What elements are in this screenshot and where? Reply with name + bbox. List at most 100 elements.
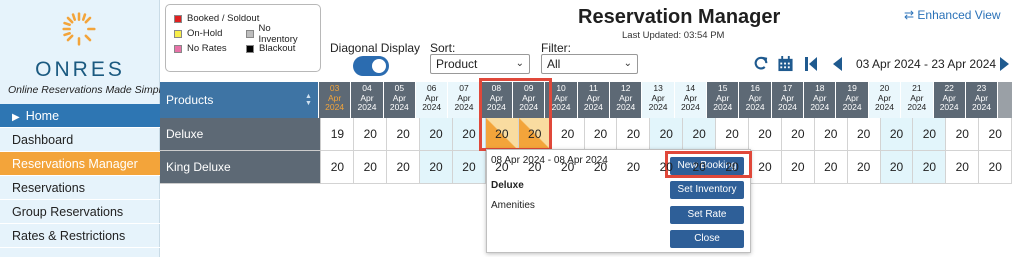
date-header[interactable]: 04 Apr 2024 <box>351 82 384 118</box>
availability-value: 19 <box>330 127 345 141</box>
date-header[interactable]: 14 Apr 2024 <box>674 82 708 118</box>
date-header[interactable]: 13 Apr 2024 <box>642 82 675 118</box>
date-header[interactable]: 16 Apr 2024 <box>739 82 772 118</box>
date-header[interactable]: 18 Apr 2024 <box>804 82 837 118</box>
products-header-label: Products <box>166 93 214 107</box>
availability-cell[interactable]: 20 <box>913 151 947 184</box>
sidebar-item-reservations[interactable]: Reservations <box>0 176 160 200</box>
sidebar-item-label: Rates & Restrictions <box>12 229 126 243</box>
date-header[interactable]: 11 Apr 2024 <box>577 82 611 118</box>
close-button[interactable]: Close <box>670 230 744 248</box>
availability-cell[interactable]: 20 <box>453 118 486 151</box>
availability-value: 20 <box>396 127 410 141</box>
availability-cell[interactable]: 20 <box>847 151 881 184</box>
date-header[interactable]: 08 Apr 2024 <box>480 82 514 118</box>
date-header-year: 2024 <box>325 102 345 112</box>
availability-cell[interactable]: 20 <box>420 118 453 151</box>
availability-cell[interactable]: 20 <box>814 151 848 184</box>
date-header[interactable]: 05 Apr 2024 <box>383 82 416 118</box>
availability-cell[interactable]: 20 <box>518 118 552 151</box>
availability-cell[interactable]: 20 <box>551 118 585 151</box>
availability-cell[interactable]: 20 <box>781 118 815 151</box>
availability-cell[interactable]: 20 <box>650 118 684 151</box>
products-header[interactable]: Products ▲ ▼ <box>160 82 319 118</box>
sidebar-item-rates-restrictions[interactable]: Rates & Restrictions <box>0 224 160 248</box>
availability-value: 20 <box>330 160 345 174</box>
grid-header-row: Products ▲ ▼ 03 Apr 2024 04 Apr 2024 05 Apr 2024 0… <box>160 82 1012 118</box>
sidebar-item-group-reservations[interactable]: Group Reservations <box>0 200 160 224</box>
last-updated: Last Updated: 03:54 PM <box>622 30 725 41</box>
availability-cell[interactable]: 20 <box>814 118 848 151</box>
enhanced-view-link[interactable]: ⇄ Enhanced View <box>904 8 1001 22</box>
availability-cell[interactable]: 20 <box>946 151 980 184</box>
availability-value: 20 <box>955 160 969 174</box>
availability-value: 20 <box>528 160 542 174</box>
availability-value: 20 <box>856 160 871 174</box>
availability-value: 20 <box>659 160 673 174</box>
date-header[interactable]: 12 Apr 2024 <box>610 82 643 118</box>
date-header[interactable]: 19 Apr 2024 <box>836 82 869 118</box>
date-header[interactable]: 07 Apr 2024 <box>448 82 481 118</box>
availability-cell[interactable]: 20 <box>781 151 815 184</box>
availability-cell[interactable]: 20 <box>979 151 1013 184</box>
legend: Booked / Soldout On-Hold No Inventory No… <box>165 4 321 72</box>
availability-cell[interactable]: 20 <box>453 151 486 184</box>
date-header[interactable]: 21 Apr 2024 <box>901 82 934 118</box>
availability-cell[interactable]: 20 <box>979 118 1013 151</box>
booking-popup: 08 Apr 2024 - 08 Apr 2024 Deluxe Ameniti… <box>486 149 751 253</box>
date-header[interactable]: 22 Apr 2024 <box>933 82 966 118</box>
availability-cell[interactable]: 20 <box>354 118 388 151</box>
availability-cell[interactable]: 20 <box>420 151 453 184</box>
date-header[interactable]: 17 Apr 2024 <box>771 82 805 118</box>
availability-cell[interactable]: 20 <box>387 151 421 184</box>
availability-cell[interactable]: 20 <box>847 118 881 151</box>
sidebar-item-reservations-manager[interactable]: Reservations Manager <box>0 152 160 176</box>
sidebar: ONRES Online Reservations Made Simple ▶ H… <box>0 0 167 257</box>
filter-select[interactable]: All ⌄ <box>541 54 638 74</box>
availability-cell[interactable]: 20 <box>716 118 750 151</box>
prev-icon[interactable] <box>832 56 842 72</box>
sidebar-item-home[interactable]: ▶ Home <box>0 104 160 128</box>
availability-cell[interactable]: 20 <box>749 151 782 184</box>
availability-cell[interactable]: 20 <box>683 118 717 151</box>
availability-cell[interactable]: 20 <box>485 118 519 151</box>
date-header[interactable]: 09 Apr 2024 <box>513 82 546 118</box>
diagonal-display-toggle[interactable] <box>353 56 389 76</box>
calendar-icon[interactable] <box>777 56 794 72</box>
blackout-swatch <box>246 44 254 53</box>
availability-value: 20 <box>922 160 937 174</box>
next-icon[interactable] <box>1000 56 1010 72</box>
availability-value: 20 <box>363 160 377 174</box>
availability-cell[interactable]: 20 <box>354 151 388 184</box>
date-header[interactable]: 03 Apr 2024 <box>318 82 352 118</box>
availability-cell[interactable]: 20 <box>880 151 914 184</box>
refresh-icon[interactable] <box>752 56 770 72</box>
sort-value: Product <box>436 57 478 71</box>
brand-tagline: Online Reservations Made Simple <box>8 84 167 96</box>
availability-cell[interactable]: 20 <box>946 118 980 151</box>
date-range: 03 Apr 2024 - 23 Apr 2024 <box>856 57 997 71</box>
availability-cell[interactable]: 20 <box>880 118 914 151</box>
sidebar-item-dashboard[interactable]: Dashboard <box>0 128 160 152</box>
date-header[interactable]: 20 Apr 2024 <box>868 82 902 118</box>
date-header[interactable]: 06 Apr 2024 <box>416 82 449 118</box>
availability-cell[interactable]: 20 <box>913 118 947 151</box>
availability-value: 20 <box>429 127 443 141</box>
first-page-icon[interactable] <box>805 56 817 72</box>
date-header-year: 2024 <box>810 102 830 112</box>
sidebar-item-label: Dashboard <box>12 133 74 147</box>
availability-cell[interactable]: 19 <box>321 118 355 151</box>
availability-cell[interactable]: 20 <box>584 118 618 151</box>
set-rate-button[interactable]: Set Rate <box>670 206 744 224</box>
date-header-year: 2024 <box>842 102 862 112</box>
date-header[interactable]: 23 Apr 2024 <box>965 82 999 118</box>
date-header[interactable]: 15 Apr 2024 <box>707 82 740 118</box>
scrollbar[interactable] <box>998 82 1012 118</box>
availability-cell[interactable]: 20 <box>617 118 651 151</box>
set-inventory-button[interactable]: Set Inventory <box>670 181 744 199</box>
availability-cell[interactable]: 20 <box>749 118 782 151</box>
sort-select[interactable]: Product ⌄ <box>430 54 530 74</box>
availability-cell[interactable]: 20 <box>321 151 355 184</box>
availability-cell[interactable]: 20 <box>387 118 421 151</box>
date-header[interactable]: 10 Apr 2024 <box>545 82 578 118</box>
